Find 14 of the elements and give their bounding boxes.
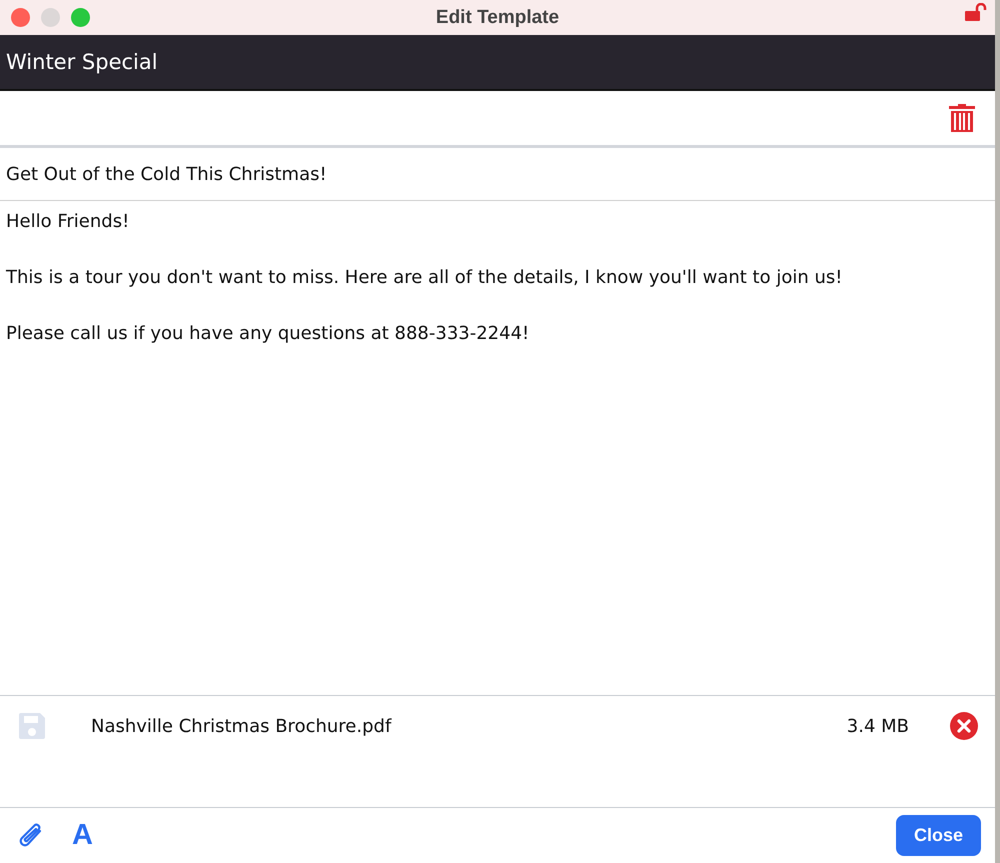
file-size: 3.4 MB: [846, 716, 909, 736]
message-paragraph: This is a tour you don't want to miss. Here are all of the details, I know you'll want to join us!: [6, 266, 844, 290]
text-format-button[interactable]: A: [72, 819, 93, 852]
subject-field[interactable]: Get Out of the Cold This Christmas!: [0, 148, 995, 201]
close-button[interactable]: Close: [896, 815, 981, 856]
trash-icon[interactable]: [949, 104, 975, 132]
message-paragraph: Hello Friends!: [6, 210, 130, 234]
window-title: Edit Template: [436, 6, 560, 28]
file-name: Nashville Christmas Brochure.pdf: [91, 716, 393, 736]
remove-icon[interactable]: [949, 711, 979, 741]
unlocked-padlock-icon[interactable]: [965, 3, 987, 21]
template-name: Winter Special: [6, 50, 158, 74]
message-paragraph: Please call us if you have any questions at 888-333-2244!: [6, 322, 530, 346]
close-window-button[interactable]: [11, 8, 30, 27]
